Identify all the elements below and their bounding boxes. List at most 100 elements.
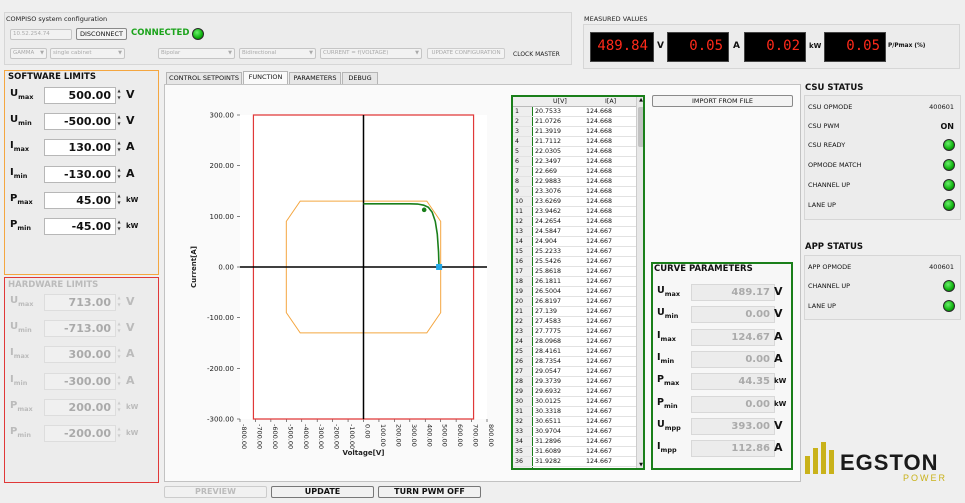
table-row[interactable]: 18 26.1811 124.667 [513, 277, 636, 287]
ip-field[interactable]: 10.52.254.74 [10, 29, 72, 40]
table-row[interactable]: 8 22.9883 124.668 [513, 177, 636, 187]
x-tick-label: 300.00 [410, 424, 418, 447]
table-row[interactable]: 12 24.2654 124.668 [513, 217, 636, 227]
spinner-arrows-icon[interactable]: ▲ ▼ [116, 87, 122, 104]
voltage-unit: V [657, 41, 664, 51]
limit-value-field[interactable]: 713.00 [44, 294, 116, 311]
spinner-arrows-icon[interactable]: ▲ ▼ [116, 294, 122, 311]
tab-control-setpoints[interactable]: CONTROL SETPOINTS [166, 72, 242, 84]
spinner-arrows-icon[interactable]: ▲ ▼ [116, 320, 122, 337]
row-index: 25 [515, 348, 524, 355]
scroll-thumb[interactable] [638, 107, 643, 147]
spinner-arrows-icon[interactable]: ▲ ▼ [116, 373, 122, 390]
table-row[interactable]: 26 28.7354 124.667 [513, 357, 636, 367]
table-row[interactable]: 31 30.3318 124.667 [513, 407, 636, 417]
table-row[interactable]: 27 29.0547 124.667 [513, 367, 636, 377]
voltage-cell: 30.9704 [535, 428, 562, 435]
limit-value-field[interactable]: -713.00 [44, 320, 116, 338]
turn-pwm-off-button[interactable]: TURN PWM OFF [378, 486, 481, 498]
limit-value-field[interactable]: 0.00 [691, 306, 775, 324]
limit-value-field[interactable]: 0.00 [691, 350, 775, 368]
table-row[interactable]: 16 25.5426 124.667 [513, 257, 636, 267]
limit-value-field[interactable]: 112.86 [691, 440, 775, 458]
spinner-arrows-icon[interactable]: ▲ ▼ [116, 425, 122, 442]
limit-value-field[interactable]: -45.00 [44, 218, 116, 235]
table-row[interactable]: 23 27.7775 124.667 [513, 327, 636, 337]
curve-table[interactable]: U[V] I[A] 1 20.7533 124.668 2 21.0726 124.668… [511, 95, 645, 470]
limit-value-field[interactable]: -130.00 [44, 165, 116, 183]
limit-value-field[interactable]: 130.00 [44, 139, 116, 157]
table-row[interactable]: 17 25.8618 124.667 [513, 267, 636, 277]
table-scrollbar[interactable]: ▲ ▼ [636, 97, 643, 468]
table-row[interactable]: 30 30.0125 124.667 [513, 397, 636, 407]
limit-subscript: max [663, 379, 680, 388]
table-row[interactable]: 33 30.9704 124.667 [513, 427, 636, 437]
limit-value-field[interactable]: -200.00 [44, 425, 116, 442]
limit-subscript: max [17, 404, 33, 413]
table-row[interactable]: 25 28.4161 124.667 [513, 347, 636, 357]
table-row[interactable]: 20 26.8197 124.667 [513, 297, 636, 307]
import-from-file-button[interactable]: IMPORT FROM FILE [652, 95, 793, 107]
table-row[interactable]: 24 28.0968 124.667 [513, 337, 636, 347]
table-row[interactable]: 36 31.9282 124.667 [513, 457, 636, 467]
update-configuration-button[interactable]: UPDATE CONFIGURATION [427, 48, 505, 59]
scroll-down-icon[interactable]: ▼ [637, 462, 643, 468]
spinner-arrows-icon[interactable]: ▲ ▼ [116, 139, 122, 156]
spinner-arrows-icon[interactable]: ▲ ▼ [116, 346, 122, 363]
limit-value-field[interactable]: 500.00 [44, 87, 116, 104]
polarity-select[interactable]: Bipolar ▼ [158, 48, 235, 59]
limit-value-field[interactable]: 124.67 [691, 328, 775, 346]
table-row[interactable]: 9 23.3076 124.668 [513, 187, 636, 197]
spinner-arrows-icon[interactable]: ▲ ▼ [116, 166, 122, 183]
table-row[interactable]: 35 31.6089 124.667 [513, 447, 636, 457]
limit-value-field[interactable]: -300.00 [44, 372, 116, 390]
tab-parameters[interactable]: PARAMETERS [289, 72, 341, 84]
table-row[interactable]: 32 30.6511 124.667 [513, 417, 636, 427]
table-row[interactable]: 11 23.9462 124.668 [513, 207, 636, 217]
update-button[interactable]: UPDATE [271, 486, 374, 498]
table-row[interactable]: 2 21.0726 124.668 [513, 117, 636, 127]
limit-value-field[interactable]: 393.00 [691, 417, 775, 435]
spinner-arrows-icon[interactable]: ▲ ▼ [116, 113, 122, 130]
tab-debug[interactable]: DEBUG [342, 72, 378, 84]
table-row[interactable]: 1 20.7533 124.668 [513, 107, 636, 117]
row-index: 35 [515, 448, 524, 455]
table-row[interactable]: 7 22.669 124.668 [513, 167, 636, 177]
table-row[interactable]: 3 21.3919 124.668 [513, 127, 636, 137]
scroll-up-icon[interactable]: ▲ [637, 97, 643, 103]
table-row[interactable]: 15 25.2233 124.667 [513, 247, 636, 257]
table-row[interactable]: 29 29.6932 124.667 [513, 387, 636, 397]
table-row[interactable]: 19 26.5004 124.667 [513, 287, 636, 297]
limit-value-field[interactable]: 0.00 [691, 395, 775, 413]
mode-select[interactable]: CURRENT = f(VOLTAGE) ▼ [320, 48, 422, 59]
table-row[interactable]: 22 27.4583 124.667 [513, 317, 636, 327]
direction-select[interactable]: Bidirectional ▼ [239, 48, 316, 59]
table-row[interactable]: 21 27.139 124.667 [513, 307, 636, 317]
table-row[interactable]: 10 23.6269 124.668 [513, 197, 636, 207]
table-row[interactable]: 37 32.2475 124.667 [513, 467, 636, 468]
table-row[interactable]: 14 24.904 124.667 [513, 237, 636, 247]
table-row[interactable]: 5 22.0305 124.668 [513, 147, 636, 157]
limit-value-field[interactable]: 45.00 [44, 191, 116, 209]
limit-value-field[interactable]: 300.00 [44, 346, 116, 364]
spinner-arrows-icon[interactable]: ▲ ▼ [116, 192, 122, 209]
device-select[interactable]: GAMMA ▼ [10, 48, 47, 59]
disconnect-button[interactable]: DISCONNECT [76, 28, 127, 40]
limit-value-field[interactable]: 489.17 [691, 284, 775, 301]
limit-value-field[interactable]: 44.35 [691, 373, 775, 391]
tab-function[interactable]: FUNCTION [243, 71, 288, 84]
limit-value-field[interactable]: 200.00 [44, 398, 116, 416]
limit-value-field[interactable]: -500.00 [44, 113, 116, 131]
table-row[interactable]: 13 24.5847 124.667 [513, 227, 636, 237]
spinner-arrows-icon[interactable]: ▲ ▼ [116, 218, 122, 235]
table-row[interactable]: 4 21.7112 124.668 [513, 137, 636, 147]
table-row[interactable]: 6 22.3497 124.668 [513, 157, 636, 167]
table-row[interactable]: 34 31.2896 124.667 [513, 437, 636, 447]
iv-chart[interactable]: 300.00 200.00 100.00 0.00 -100.00 -200.00 -300… [174, 95, 507, 467]
current-cell: 124.667 [586, 458, 613, 465]
spinner-arrows-icon[interactable]: ▲ ▼ [116, 399, 122, 416]
preview-button[interactable]: PREVIEW [164, 486, 267, 498]
table-row[interactable]: 28 29.3739 124.667 [513, 377, 636, 387]
cabinet-select[interactable]: single cabinet ▼ [50, 48, 125, 59]
row-index: 17 [515, 268, 524, 275]
